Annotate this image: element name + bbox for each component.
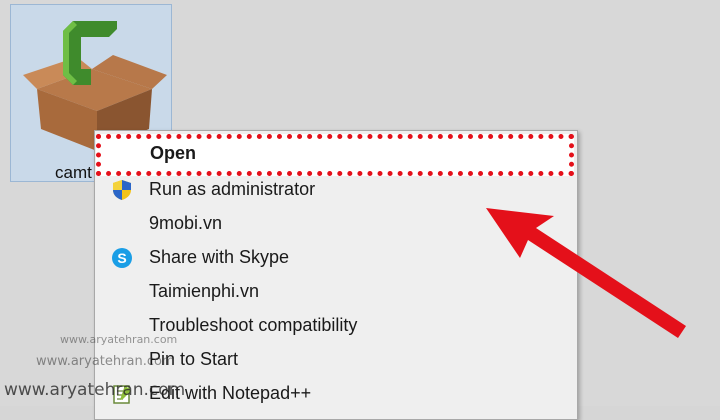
menu-item-label: 9mobi.vn [149,212,223,233]
desktop-icon-label: camt [55,163,92,182]
watermark-large: www.aryatehran.com [4,380,186,400]
uac-shield-icon [111,179,133,201]
desktop: camt Open Run as administrator 9mobi.vn [0,0,720,420]
menu-item-label: Taimienphi.vn [149,280,260,301]
watermark-medium: www.aryatehran.com [36,354,175,369]
skype-icon: S [111,247,133,269]
svg-text:S: S [117,250,126,266]
watermark-small: www.aryatehran.com [60,333,178,346]
menu-item-label: Share with Skype [149,246,290,267]
open-highlight-label: Open [150,143,197,163]
red-arrow-annotation [486,208,686,338]
menu-item-label: Troubleshoot compatibility [149,314,358,335]
menu-item-label: Run as administrator [149,178,316,199]
